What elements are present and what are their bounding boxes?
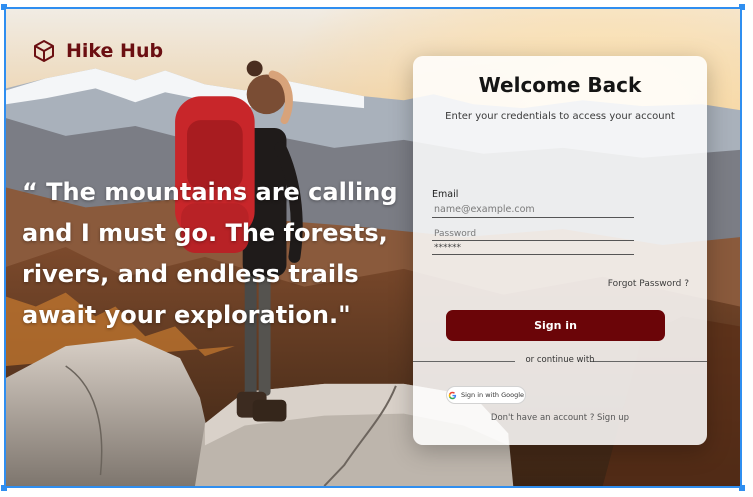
password-field[interactable] [432,242,634,255]
email-label: Email [432,189,459,200]
google-icon [448,391,457,399]
forgot-password-link[interactable]: Forgot Password ? [608,279,689,289]
sign-up-link[interactable]: Sign up [597,413,629,423]
google-button-label: Sign in with Google [460,391,524,399]
brand-logo[interactable]: Hike Hub [32,39,163,63]
login-page-frame: Hike Hub “ The mountains are calling and… [4,7,742,488]
signup-prompt: Don't have an account ? Sign up [413,413,707,423]
continue-with-divider: or continue with [413,355,707,367]
signup-text: Don't have an account ? [490,413,595,423]
google-sign-in-button[interactable]: Sign in with Google [446,386,526,404]
login-title: Welcome Back [478,73,642,97]
brand-name: Hike Hub [66,40,164,62]
password-placeholder [432,228,634,241]
divider-label: or continue with [525,355,595,365]
sign-in-button[interactable]: Sign in [446,310,665,341]
hero-quote: “ The mountains are calling and I must g… [22,178,398,329]
login-card: Welcome Back Enter your credentials to a… [413,56,707,445]
login-subtitle: Enter your credentials to access your ac… [445,111,675,122]
cube-icon [34,40,54,62]
email-field[interactable] [432,201,634,218]
